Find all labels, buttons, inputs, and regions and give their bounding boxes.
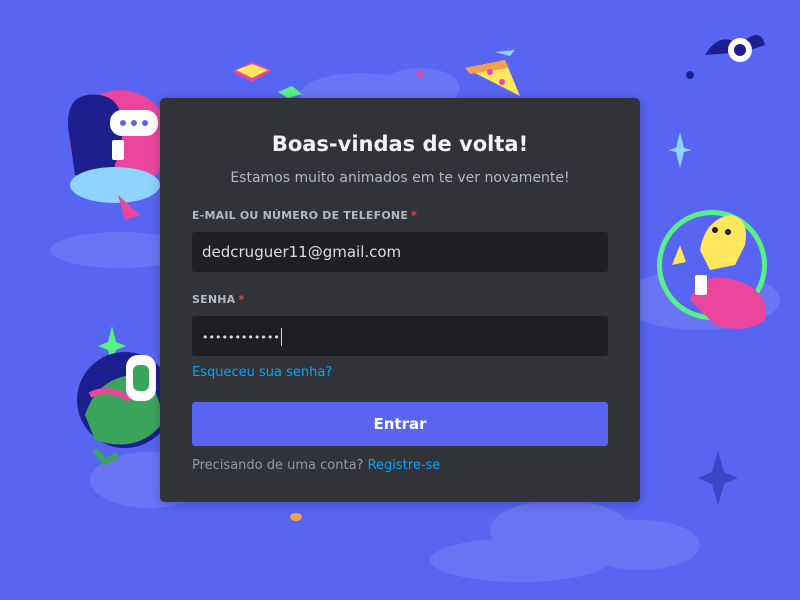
orange-dot	[290, 513, 302, 521]
register-link[interactable]: Registre-se	[368, 458, 441, 473]
forgot-password-link[interactable]: Esqueceu sua senha?	[192, 365, 332, 380]
email-label-text: E-MAIL OU NÚMERO DE TELEFONE	[192, 209, 409, 222]
email-input[interactable]: dedcruguer11@gmail.com	[192, 232, 608, 272]
flying-book	[232, 62, 302, 98]
page-subtitle: Estamos muito animados em te ver novamen…	[230, 170, 570, 186]
email-label: E-MAIL OU NÚMERO DE TELEFONE *	[192, 208, 608, 224]
woman-with-phone	[68, 90, 170, 220]
sparkle-dark	[698, 450, 738, 506]
password-value: ••••••••••••	[202, 331, 280, 344]
wumpus-with-headphones	[77, 352, 173, 466]
pizza-slice	[465, 50, 520, 96]
password-label: SENHA *	[192, 292, 608, 308]
password-field-group: SENHA * ••••••••••••	[192, 292, 608, 356]
register-prompt-text: Precisando de uma conta?	[192, 458, 364, 473]
password-label-text: SENHA	[192, 293, 236, 306]
register-prompt: Precisando de uma conta? Registre-se	[192, 458, 608, 474]
page-title: Boas-vindas de volta!	[271, 132, 529, 156]
eyeball-bat	[686, 35, 765, 79]
login-button[interactable]: Entrar	[192, 402, 608, 446]
required-mark: *	[238, 293, 245, 306]
email-field-group: E-MAIL OU NÚMERO DE TELEFONE * dedcruguer…	[192, 208, 608, 272]
password-input[interactable]: ••••••••••••	[192, 316, 608, 356]
text-caret	[280, 327, 282, 346]
login-card: Boas-vindas de volta! Estamos muito anim…	[160, 98, 640, 502]
required-mark: *	[411, 209, 417, 222]
